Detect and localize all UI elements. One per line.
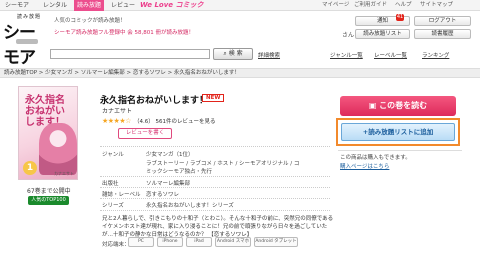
promo-headline: 人気のコミックが読み放題！ bbox=[54, 18, 126, 24]
cover-author: カナエサト bbox=[54, 171, 74, 176]
logout-button[interactable]: ログアウト bbox=[414, 16, 471, 26]
reading-list-button[interactable]: 読み放題リスト bbox=[355, 29, 410, 39]
purchase-note: この商品は購入もできます。 bbox=[340, 155, 411, 161]
nav-guide[interactable]: ご利用ガイド bbox=[354, 0, 387, 11]
add-to-list-highlight: +読み放題リストに追加 bbox=[336, 118, 460, 146]
read-volume-label: この巻を読む bbox=[379, 101, 428, 110]
ranking-link[interactable]: ランキング bbox=[422, 51, 449, 59]
read-volume-button[interactable]: ▣ この巻を読む bbox=[340, 96, 456, 116]
meta-divider bbox=[100, 210, 330, 211]
book-description: 兄と2人暮らしで、引きこもりの十和子（とわこ）。そんな十和子の前に、突然兄の同僚… bbox=[102, 216, 334, 238]
meta-key-genre: ジャンル bbox=[102, 152, 124, 158]
nav-item-yomihodai[interactable]: 読み放題 bbox=[74, 0, 105, 11]
nav-item-review[interactable]: レビュー bbox=[108, 0, 138, 11]
label-list-link[interactable]: レーベル一覧 bbox=[374, 51, 407, 59]
cover-illustration bbox=[39, 123, 77, 175]
meta-divider bbox=[100, 176, 330, 177]
top-nav: シーモア レンタル 読み放題 レビュー We Love コミック マイページ ご… bbox=[0, 0, 480, 11]
new-badge: NEW bbox=[202, 94, 225, 102]
published-volumes-caption: 67巻まで公開中 bbox=[27, 188, 71, 195]
meta-divider bbox=[100, 198, 330, 199]
purchase-page-link[interactable]: 購入ページはこちら bbox=[340, 162, 389, 170]
meta-key-series: シリーズ bbox=[102, 203, 124, 209]
search-icon: ⌕ bbox=[223, 50, 227, 57]
breadcrumb[interactable]: 読み放題TOP > 少女マンガ > ソルマーレ編集部 > 恋するソワレ > 永久… bbox=[0, 68, 480, 78]
meta-value-tags-2[interactable]: ミックシーモア独占・先行 bbox=[146, 167, 212, 175]
rating-stars: ★★★★☆ bbox=[102, 117, 131, 125]
promo-subscription[interactable]: シーモア読み放題フル登録中 会 58,801 冊が読み放題！ bbox=[54, 28, 194, 36]
book-cover[interactable]: 永久指名おねがいします！ 1 カナエサト bbox=[18, 86, 78, 180]
search-input[interactable] bbox=[50, 49, 210, 59]
meta-value-tags-1[interactable]: ラブストーリー / ラブコメ / ホスト / シーモアオリジナル / コ bbox=[146, 159, 299, 167]
meta-value-series[interactable]: 永久指名おねがいします！シリーズ bbox=[146, 201, 234, 209]
book-author[interactable]: カナエサト bbox=[102, 106, 132, 115]
detail-search-link[interactable]: 詳細検索 bbox=[258, 51, 280, 59]
write-review-button[interactable]: レビューを書く bbox=[118, 128, 172, 139]
rating-summary[interactable]: （4.6） 561件のレビューを見る bbox=[134, 117, 216, 125]
genre-list-link[interactable]: ジャンル一覧 bbox=[330, 51, 363, 59]
nav-mypage[interactable]: マイページ bbox=[322, 0, 349, 11]
reading-history-button[interactable]: 読書履歴 bbox=[414, 29, 471, 39]
device-android-phone: Android スマホ bbox=[215, 237, 251, 247]
user-name-suffix: さん bbox=[342, 32, 355, 39]
book-open-icon: ▣ bbox=[368, 101, 380, 110]
device-ipad: iPad bbox=[186, 237, 212, 247]
meta-key-label: 雑誌・レーベル bbox=[102, 192, 141, 198]
nav-sitemap[interactable]: サイトマップ bbox=[420, 0, 453, 11]
meta-value-publisher[interactable]: ソルマーレ編集部 bbox=[146, 179, 190, 187]
device-pc: PC bbox=[128, 237, 154, 247]
site-logo[interactable]: 読み放題 シーモア bbox=[3, 13, 49, 68]
search-button[interactable]: ⌕ 検 索 bbox=[213, 48, 253, 60]
nav-help[interactable]: ヘルプ bbox=[395, 0, 412, 11]
meta-divider bbox=[100, 187, 330, 188]
nav-item-rental[interactable]: レンタル bbox=[40, 0, 70, 11]
meta-value-genre[interactable]: 少女マンガ（1位） bbox=[146, 150, 194, 158]
action-divider bbox=[338, 150, 462, 151]
logo-underline bbox=[16, 39, 38, 44]
devices-label: 対応端末： bbox=[102, 242, 130, 248]
device-android-tablet: Android タブレット bbox=[254, 237, 298, 247]
ranking-badge: 人気のTOP100 bbox=[28, 196, 69, 205]
meta-divider bbox=[100, 146, 330, 147]
book-title: 永久指名おねがいします！ bbox=[100, 96, 209, 106]
meta-key-publisher: 出版社 bbox=[102, 181, 119, 187]
device-iphone: iPhone bbox=[157, 237, 183, 247]
we-love-comic-banner[interactable]: We Love コミック bbox=[140, 0, 203, 11]
nav-item-cmoa[interactable]: シーモア bbox=[2, 0, 32, 11]
search-button-label: 検 索 bbox=[228, 50, 243, 57]
notification-count-badge: 41 bbox=[396, 14, 404, 21]
meta-value-label[interactable]: 恋するソワレ bbox=[146, 190, 179, 198]
add-to-reading-list-button[interactable]: +読み放題リストに追加 bbox=[341, 123, 455, 141]
cover-volume-number: 1 bbox=[23, 161, 37, 175]
